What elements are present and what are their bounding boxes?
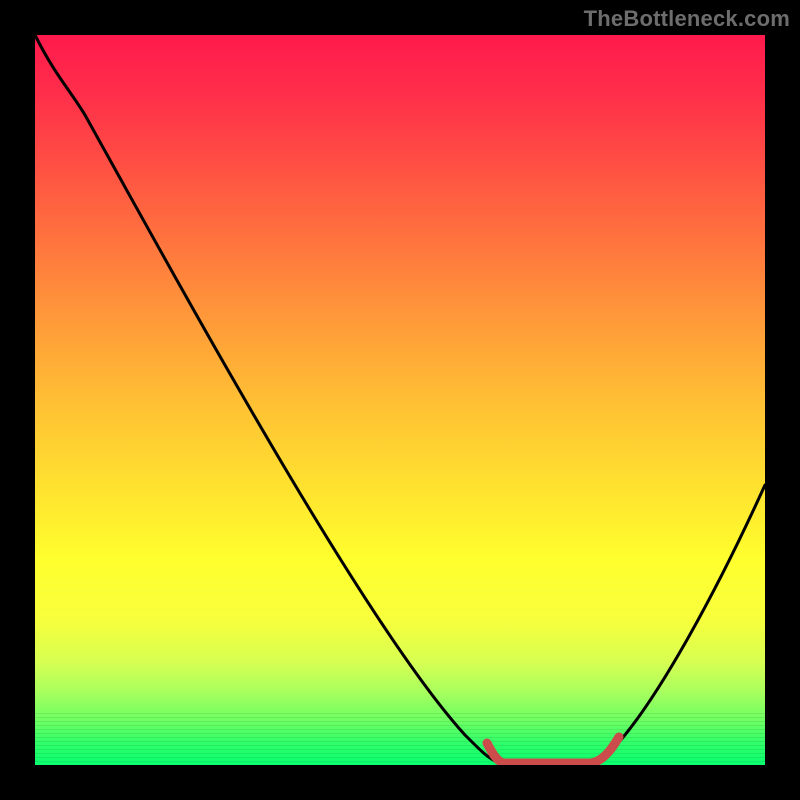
curve-flat-highlight	[487, 737, 619, 763]
watermark-text: TheBottleneck.com	[584, 6, 790, 32]
chart-frame: TheBottleneck.com	[0, 0, 800, 800]
bottleneck-curve	[35, 35, 765, 765]
plot-area	[35, 35, 765, 765]
curve-path	[35, 35, 765, 763]
